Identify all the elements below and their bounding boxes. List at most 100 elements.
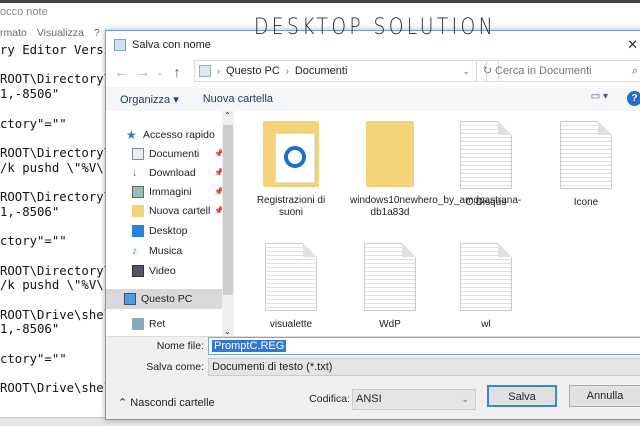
- sidebar-label: Documenti: [149, 147, 200, 160]
- file-item[interactable]: wl: [446, 243, 526, 331]
- sidebar-item-download[interactable]: ↓ Download 📌: [132, 163, 224, 182]
- search-input[interactable]: Cerca in Documenti ⌕: [486, 60, 640, 82]
- sidebar-item-questo-pc[interactable]: Questo PC: [106, 289, 222, 309]
- download-icon: ↓: [132, 166, 138, 179]
- editor-line: ROOT\Drive\shell: [0, 381, 119, 396]
- filename-label: Nome file:: [156, 340, 204, 352]
- sidebar-item-documenti[interactable]: Documenti 📌: [132, 144, 224, 163]
- sidebar-item-nuova-cartella[interactable]: Nuova cartell 📌: [132, 201, 224, 220]
- dialog-title: Salva con nome: [132, 38, 211, 51]
- editor-line: 1,-8506": [0, 87, 60, 102]
- filename-input[interactable]: PromptC.REG: [208, 337, 640, 355]
- encoding-select[interactable]: ANSI ⌄: [352, 389, 476, 410]
- back-arrow-icon[interactable]: ←: [110, 64, 132, 80]
- scroll-down-icon[interactable]: ⌄: [224, 327, 231, 336]
- sidebar-item-desktop[interactable]: Desktop: [132, 221, 224, 240]
- forward-arrow-icon[interactable]: →: [132, 64, 154, 80]
- text-file-icon: [560, 121, 612, 189]
- network-icon: [132, 318, 144, 330]
- notepad-menu: rmato Visualizza ?: [0, 27, 100, 39]
- screen-top-border: [0, 0, 640, 3]
- sidebar-label: Download: [149, 166, 196, 179]
- chevron-right-icon: ›: [217, 66, 220, 76]
- menu-view[interactable]: Visualizza: [37, 27, 84, 39]
- recent-chevron-icon[interactable]: ⌄: [154, 68, 166, 77]
- editor-line: ROOT\Directory\s: [0, 145, 119, 160]
- organize-button[interactable]: Organizza ▾: [120, 93, 179, 106]
- editor-line: ROOT\Directory\B: [0, 190, 119, 205]
- editor-line: /k pushd \"%V\"": [0, 278, 119, 293]
- editor-line: ROOT\Drive\shell: [0, 307, 119, 322]
- menu-help[interactable]: ?: [94, 27, 100, 39]
- editor-line: ry Editor Versio: [0, 43, 119, 57]
- file-item[interactable]: Icone: [546, 121, 626, 209]
- sidebar-scrollbar[interactable]: ⌃ ⌄: [222, 111, 234, 336]
- sidebar-label: Immagini: [149, 185, 192, 198]
- savetype-select[interactable]: Documenti di testo (*.txt): [208, 358, 640, 376]
- editor-line: ROOT\Directory\s: [0, 72, 119, 87]
- editor-line: ctory"="": [0, 351, 67, 366]
- scrollbar-thumb[interactable]: [223, 125, 233, 295]
- command-bar: Organizza ▾ Nuova cartella ▭ ▾ ?: [106, 87, 640, 111]
- breadcrumb-questo-pc[interactable]: Questo PC: [226, 65, 280, 77]
- navigation-pane: ★ Accesso rapido Documenti 📌 ↓ Download 📌 Im…: [106, 111, 234, 336]
- view-options-icon[interactable]: ▭ ▾: [591, 91, 608, 102]
- editor-line: ctory"="": [0, 234, 67, 249]
- sidebar-label: Ret: [149, 318, 166, 330]
- search-icon: ⌕: [631, 65, 638, 77]
- sidebar-item-video[interactable]: Video: [132, 261, 224, 280]
- savetype-label: Salva come:: [146, 361, 204, 373]
- close-icon[interactable]: ✕: [627, 37, 638, 53]
- file-name: visualette: [269, 319, 313, 330]
- hide-folders-button[interactable]: ⌃ Nascondi cartelle: [118, 396, 215, 409]
- file-item[interactable]: WdP: [350, 243, 430, 331]
- new-folder-button[interactable]: Nuova cartella: [203, 93, 273, 105]
- help-icon[interactable]: ?: [627, 91, 640, 106]
- file-name: WdP: [379, 319, 401, 330]
- scroll-up-icon[interactable]: ⌃: [224, 111, 231, 120]
- sidebar-item-immagini[interactable]: Immagini 📌: [132, 182, 224, 201]
- pictures-icon: [132, 185, 144, 198]
- sidebar-label: Desktop: [149, 224, 188, 237]
- sidebar-item-musica[interactable]: ♪ Musica: [132, 241, 224, 260]
- notepad-editor[interactable]: ry Editor Versio ROOT\Directory\s 1,-8506…: [0, 43, 118, 396]
- file-name: C.Disqus: [465, 197, 507, 208]
- folder-icon: [366, 121, 414, 187]
- menu-format[interactable]: rmato: [0, 27, 27, 39]
- text-file-icon: [364, 243, 416, 311]
- up-arrow-icon[interactable]: ↑: [166, 64, 188, 80]
- filename-value: PromptC.REG: [212, 340, 287, 352]
- file-name: wl: [481, 319, 491, 330]
- file-list: Registrazioni di suoni windows10newhero_…: [236, 111, 640, 336]
- save-button[interactable]: Salva: [487, 385, 557, 407]
- chevron-right-icon: ›: [285, 66, 289, 76]
- editor-line: 1,-8506": [0, 322, 60, 337]
- save-as-dialog: Salva con nome ✕ ← → ⌄ ↑ › Questo PC › D…: [105, 30, 640, 420]
- video-icon: [132, 264, 144, 277]
- encoding-value: ANSI: [356, 393, 382, 405]
- file-item[interactable]: visualette: [251, 243, 331, 331]
- sidebar-label: Musica: [149, 244, 183, 257]
- cancel-button[interactable]: Annulla: [569, 385, 640, 407]
- file-name: Registrazioni di suoni: [256, 195, 326, 218]
- breadcrumb-documenti[interactable]: Documenti: [295, 65, 348, 77]
- save-options-panel: Nome file: PromptC.REG Salva come: Docum…: [106, 336, 640, 419]
- sidebar-item-quick-access[interactable]: ★ Accesso rapido: [126, 125, 218, 144]
- address-bar[interactable]: › Questo PC › Documenti ⌄: [194, 60, 477, 82]
- file-item[interactable]: C.Disqus: [446, 121, 526, 209]
- sidebar-label: Accesso rapido: [143, 128, 215, 141]
- sidebar-item-rete[interactable]: Ret: [132, 317, 224, 331]
- music-icon: ♪: [132, 244, 138, 257]
- editor-line: ctory"="": [0, 116, 67, 131]
- text-file-icon: [460, 243, 512, 311]
- file-item[interactable]: windows10newhero_by_amdpastrana-db1a83d: [350, 121, 521, 219]
- chevron-down-icon: ⌄: [461, 394, 469, 404]
- address-dropdown-icon[interactable]: ⌄: [462, 66, 470, 77]
- file-item[interactable]: Registrazioni di suoni: [251, 121, 331, 219]
